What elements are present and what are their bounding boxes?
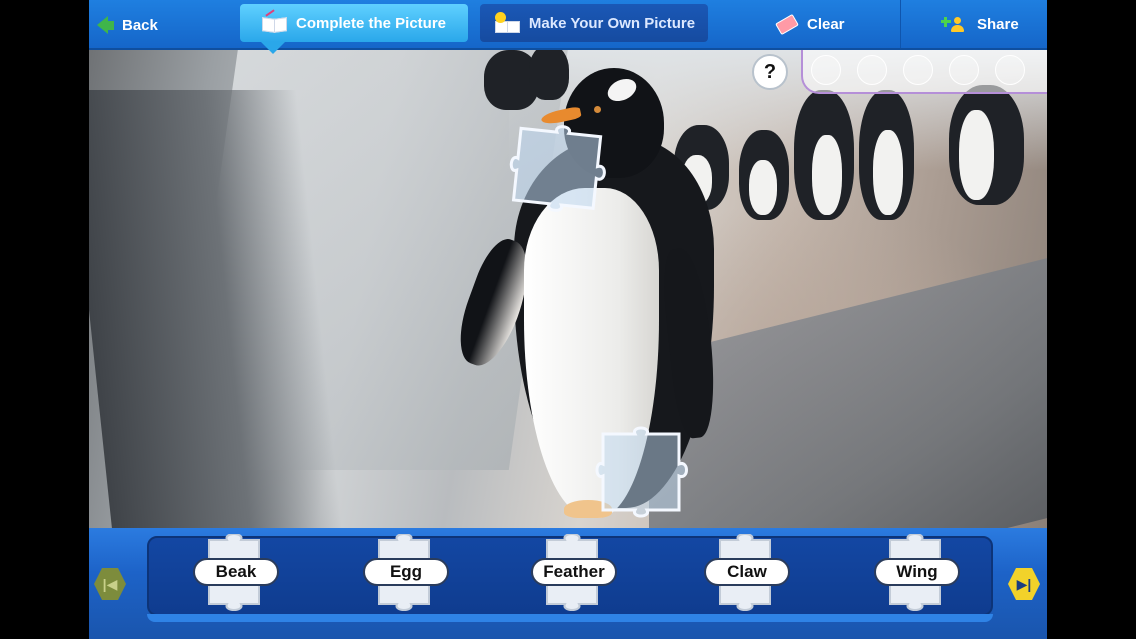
- background-penguin: [794, 90, 854, 220]
- progress-tray: [801, 50, 1047, 94]
- word-label: Claw: [704, 558, 790, 586]
- toolbar-divider: [900, 0, 901, 48]
- puzzle-app: Back Complete the Picture Make Your Own …: [89, 0, 1047, 639]
- word-label: Wing: [874, 558, 960, 586]
- progress-dot: [857, 55, 887, 85]
- puzzle-slot-beak[interactable]: [503, 114, 621, 224]
- active-tab-pointer: [261, 42, 285, 54]
- clear-label: Clear: [807, 15, 845, 33]
- chevron-left-icon: |◀: [102, 575, 118, 592]
- chevron-right-icon: ▶|: [1016, 575, 1032, 592]
- word-label: Feather: [531, 558, 617, 586]
- word-tray-area: Beak Egg Feather Claw Wing: [89, 528, 1047, 639]
- tab-make-your-own-picture[interactable]: Make Your Own Picture: [480, 4, 708, 42]
- smiley-book-icon: [493, 12, 520, 33]
- tab-label: Make Your Own Picture: [528, 14, 696, 32]
- book-icon: [261, 9, 287, 33]
- add-person-icon: [941, 14, 967, 34]
- word-tray-lip: [147, 614, 993, 622]
- progress-dot: [949, 55, 979, 85]
- back-label: Back: [122, 16, 158, 34]
- back-button[interactable]: Back: [97, 10, 158, 40]
- word-piece-beak[interactable]: Beak: [193, 534, 283, 620]
- share-label: Share: [977, 15, 1019, 33]
- word-piece-claw[interactable]: Claw: [704, 534, 794, 620]
- eraser-icon: [775, 13, 799, 35]
- progress-dot: [995, 55, 1025, 85]
- progress-dot: [903, 55, 933, 85]
- word-tray: Beak Egg Feather Claw Wing: [147, 534, 993, 616]
- share-button[interactable]: Share: [941, 9, 1019, 39]
- puzzle-slot-claw[interactable]: [589, 418, 701, 528]
- word-label: Beak: [193, 558, 279, 586]
- tab-label: Complete the Picture: [295, 14, 447, 32]
- help-label: ?: [763, 60, 777, 83]
- word-piece-feather[interactable]: Feather: [531, 534, 621, 620]
- progress-dot: [811, 55, 841, 85]
- clear-button[interactable]: Clear: [775, 9, 845, 39]
- background-penguin: [739, 130, 789, 220]
- word-label: Egg: [363, 558, 449, 586]
- tab-complete-the-picture[interactable]: Complete the Picture: [240, 4, 468, 42]
- word-piece-egg[interactable]: Egg: [363, 534, 453, 620]
- word-piece-wing[interactable]: Wing: [874, 534, 964, 620]
- background-penguin: [949, 85, 1024, 205]
- back-arrow-icon: [97, 16, 114, 34]
- puzzle-picture: ?: [89, 50, 1047, 528]
- toolbar: Back Complete the Picture Make Your Own …: [89, 0, 1047, 50]
- help-button[interactable]: ?: [752, 54, 788, 90]
- background-penguin: [859, 90, 914, 220]
